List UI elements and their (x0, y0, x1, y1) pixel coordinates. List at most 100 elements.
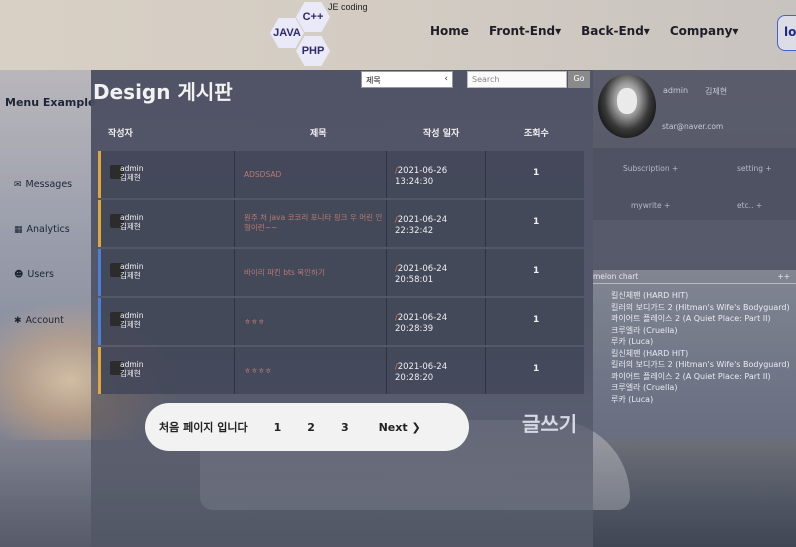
sidebar-item-label: Users (27, 269, 54, 280)
melon-chart-item[interactable]: 킬신체팬 (HARD HIT) (611, 290, 796, 302)
nav-front-end[interactable]: Front-End▾ (489, 24, 561, 38)
melon-chart-header: melon chart ++ (593, 272, 796, 284)
sidebar-item-label: Analytics (26, 224, 70, 235)
board-panel: Design 게시판 제목 ‹ Search Go 작성자 제목 작성 일자 조… (91, 70, 593, 547)
profile-email: star@naver.com (662, 122, 724, 131)
cpp-badge: C++ (296, 2, 330, 32)
melon-chart-title: melon chart (593, 272, 639, 281)
envelope-icon: ✉ (14, 179, 22, 190)
row-date-time: 20:28:20 (395, 373, 434, 383)
row-date-time: 20:58:01 (395, 275, 434, 285)
table-row[interactable]: admin 김제현 ㅎㅎㅎㅎ /2021-06-24 20:28:20 1 (98, 347, 584, 394)
first-page-label: 처음 페이지 입니다 (159, 421, 248, 434)
melon-more-link[interactable]: ++ (777, 272, 790, 281)
melon-chart-item[interactable]: 크루엘라 (Cruella) (611, 382, 796, 394)
column-author: 작성자 (108, 129, 133, 139)
nav-back-end[interactable]: Back-End▾ (581, 24, 650, 38)
users-icon: ☻ (14, 269, 24, 280)
row-author-id: admin (120, 213, 144, 222)
profile-panel: admin 김제현 star@naver.com Subscription + … (593, 70, 796, 547)
melon-chart-item[interactable]: 킬러의 보디가드 2 (Hitman's Wife's Bodyguard) (611, 302, 796, 314)
row-author-name: 김제현 (120, 369, 141, 378)
row-date-time: 22:32:42 (395, 226, 434, 236)
row-date: /2021-06-24 22:32:42 (395, 214, 447, 237)
row-subject-link[interactable]: ㅎㅎㅎ (244, 317, 384, 327)
melon-chart-item[interactable]: 콰이어트 플레이스 2 (A Quiet Place: Part II) (611, 371, 796, 383)
left-sidebar: Menu Example ✉ Messages ▦ Analytics ☻ Us… (0, 70, 96, 547)
melon-chart-item[interactable]: 루카 (Luca) (611, 394, 796, 406)
melon-chart-item[interactable]: 킬신체팬 (HARD HIT) (611, 348, 796, 360)
row-date: /2021-06-26 13:24:30 (395, 165, 447, 188)
setting-link[interactable]: setting + (737, 164, 772, 173)
gear-icon: ✱ (14, 315, 22, 326)
row-author-id: admin (120, 164, 144, 173)
row-subject-link[interactable]: ㅎㅎㅎㅎ (244, 366, 384, 376)
row-subject-link[interactable]: 바이리 파킨 bts 목인하기 (244, 268, 384, 278)
row-author-name: 김제현 (120, 173, 141, 182)
top-nav: Home Front-End▾ Back-End▾ Company▾ (430, 24, 738, 38)
column-date: 작성 일자 (423, 129, 460, 139)
sidebar-item-users[interactable]: ☻ Users (14, 269, 54, 280)
row-date: /2021-06-24 20:28:39 (395, 312, 447, 335)
melon-chart-item[interactable]: 콰이어트 플레이스 2 (A Quiet Place: Part II) (611, 313, 796, 325)
page-link-3[interactable]: 3 (341, 421, 349, 434)
sidebar-item-messages[interactable]: ✉ Messages (14, 179, 72, 190)
nav-home[interactable]: Home (430, 24, 469, 38)
melon-chart-list: 킬신체팬 (HARD HIT) 킬러의 보디가드 2 (Hitman's Wife… (611, 290, 796, 405)
subscription-link[interactable]: Subscription + (623, 164, 678, 173)
table-row[interactable]: admin 김제현 원주 처 java 코코리 포니타 핑크 우 머린 인형이런… (98, 200, 584, 247)
search-field-select[interactable]: 제목 ‹ (361, 71, 453, 88)
row-date-day: 2021-06-24 (397, 362, 448, 372)
row-author: admin 김제현 (120, 164, 144, 182)
row-date-day: 2021-06-24 (397, 264, 448, 274)
row-views: 1 (533, 217, 540, 227)
table-row[interactable]: admin 김제현 바이리 파킨 bts 목인하기 /2021-06-24 20… (98, 249, 584, 296)
melon-chart-item[interactable]: 루카 (Luca) (611, 336, 796, 348)
row-date-day: 2021-06-26 (397, 166, 448, 176)
pagination: 처음 페이지 입니다 1 2 3 Next ❯ (145, 403, 469, 451)
page-title: Design 게시판 (93, 80, 233, 104)
etc-link[interactable]: etc.. + (737, 201, 762, 210)
melon-chart-item[interactable]: 킬러의 보디가드 2 (Hitman's Wife's Bodyguard) (611, 359, 796, 371)
row-date-time: 20:28:39 (395, 324, 434, 334)
table-row[interactable]: admin 김제현 ㅎㅎㅎ /2021-06-24 20:28:39 1 (98, 298, 584, 345)
row-views: 1 (533, 168, 540, 178)
row-author-id: admin (120, 262, 144, 271)
profile-links: Subscription + setting + mywrite + etc..… (593, 148, 796, 220)
sidebar-item-label: Messages (25, 179, 73, 190)
column-subject: 제목 (310, 129, 327, 139)
row-views: 1 (533, 364, 540, 374)
java-badge: JAVA (270, 18, 304, 48)
row-date-day: 2021-06-24 (397, 215, 448, 225)
row-author: admin 김제현 (120, 262, 144, 280)
nav-company[interactable]: Company▾ (670, 24, 739, 38)
php-badge: PHP (296, 36, 330, 66)
profile-realname: 김제현 (705, 87, 728, 96)
table-row[interactable]: admin 김제현 ADSDSAD /2021-06-26 13:24:30 1 (98, 151, 584, 198)
site-logo[interactable]: C++ JAVA PHP JE coding (268, 0, 378, 68)
page-link-2[interactable]: 2 (307, 421, 315, 434)
melon-chart-item[interactable]: 크루엘라 (Cruella) (611, 325, 796, 337)
write-post-button[interactable]: 글쓰기 (522, 408, 577, 437)
row-subject-link[interactable]: ADSDSAD (244, 170, 384, 180)
row-date-time: 13:24:30 (395, 177, 434, 187)
sidebar-item-analytics[interactable]: ▦ Analytics (14, 224, 70, 235)
logo-tagline: JE coding (328, 2, 368, 12)
sidebar-item-label: Account (25, 315, 64, 326)
login-button[interactable]: log (777, 15, 796, 51)
search-go-button[interactable]: Go (568, 71, 590, 88)
sidebar-item-account[interactable]: ✱ Account (14, 315, 64, 326)
search-input[interactable]: Search (467, 71, 567, 88)
page-link-1[interactable]: 1 (274, 421, 282, 434)
chevron-left-icon: ‹ (444, 74, 448, 84)
row-author: admin 김제현 (120, 311, 144, 329)
row-views: 1 (533, 315, 540, 325)
avatar (598, 74, 656, 138)
table-header: 작성자 제목 작성 일자 조회수 (91, 122, 586, 142)
next-page-link[interactable]: Next ❯ (379, 421, 421, 434)
mywrite-link[interactable]: mywrite + (631, 201, 670, 210)
row-subject-link[interactable]: 원주 처 java 코코리 포니타 핑크 우 머린 인형이런~~ (244, 213, 384, 233)
top-header: C++ JAVA PHP JE coding Home Front-End▾ B… (0, 0, 796, 70)
search-select-value: 제목 (366, 76, 381, 85)
row-author-id: admin (120, 360, 144, 369)
